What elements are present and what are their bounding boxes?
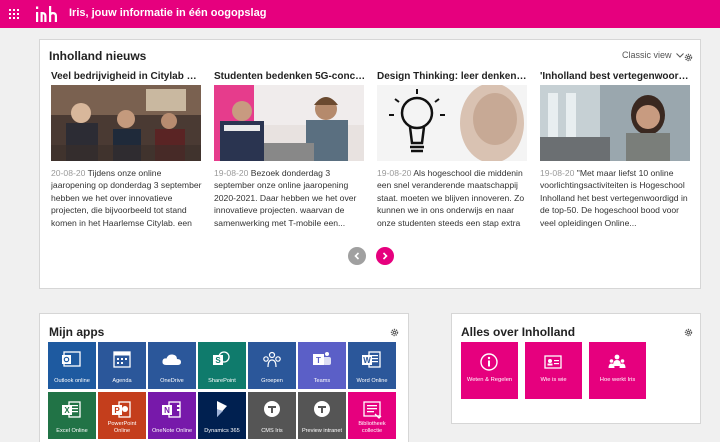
svg-text:X: X [64,406,70,415]
app-title: Iris, jouw informatie in één oogopslag [69,7,267,19]
news-thumbnail[interactable] [377,85,527,161]
calendar-icon [113,351,131,368]
id-card-icon [544,355,562,369]
news-item-title[interactable]: 'Inholland best vertegenwoordigd in top-… [540,71,692,84]
about-tile-label: Hoe werkt Iris [599,377,636,383]
app-tile-label: PowerPoint Online [107,421,137,434]
cms-icon [264,401,280,417]
news-item-summary: 19-08-20 "Met maar liefst 10 online voor… [540,167,692,229]
inholland-logo[interactable] [35,5,59,23]
about-tile-wie-is-wie[interactable]: Wie is wie [525,342,582,399]
app-tile-excel-online[interactable]: X Excel Online [48,392,96,439]
about-panel-title: Alles over Inholland [461,325,576,339]
dynamics-icon [217,401,227,417]
app-tile-teams[interactable]: T Teams [298,342,346,389]
outlook-icon [62,351,81,367]
gear-icon[interactable] [390,328,399,337]
news-item-summary: 19-08-20 Bezoek donderdag 3 september on… [214,167,366,229]
chevron-right-icon [382,252,388,260]
app-tile-outlook-online[interactable]: Outlook online [48,342,96,389]
cloud-icon [162,354,181,365]
app-tile-powerpoint-online[interactable]: P PowerPoint Online [98,392,146,439]
svg-text:T: T [316,356,321,365]
news-item-date: 19-08-20 [540,168,575,178]
news-item-title[interactable]: Veel bedrijvigheid in Citylab Haarlem [51,71,203,84]
news-panel: Inholland nieuws Classic view Veel bedri… [39,39,701,289]
apps-panel: Mijn apps Outlook online Agenda OneDrive S S… [39,313,409,442]
app-tile-word-online[interactable]: W Word Online [348,342,396,389]
app-tile-label: Preview intranet [301,427,343,434]
news-item-summary: 19-08-20 Als hogeschool die middenin een… [377,167,529,229]
word-icon: W [362,351,381,368]
app-tile-label: Excel Online [56,427,88,434]
svg-text:N: N [164,406,170,415]
people-icon [608,354,626,368]
app-tile-label: Dynamics 365 [204,427,240,434]
svg-text:W: W [363,356,371,365]
app-tile-label: OneDrive [160,377,184,384]
app-tile-bibliotheek-collectie[interactable]: Bibliotheek collectie [348,392,396,439]
app-tile-label: Word Online [356,377,388,384]
preview-icon [314,401,330,417]
news-item-date: 19-08-20 [377,168,412,178]
chevron-left-icon [354,252,360,260]
view-selector-label: Classic view [622,50,672,60]
news-item[interactable]: Studenten bedenken 5G-concepten 19-08-20… [214,71,366,229]
top-bar: Iris, jouw informatie in één oogopslag [0,0,720,28]
app-tile-label: SharePoint [208,377,236,384]
about-tile-weten-regelen[interactable]: Weten & Regelen [461,342,518,399]
app-tile-onenote-online[interactable]: N OneNote Online [148,392,196,439]
news-item-date: 19-08-20 [214,168,249,178]
sharepoint-icon: S [213,351,230,365]
excel-icon: X [62,401,81,418]
app-tile-sharepoint[interactable]: S SharePoint [198,342,246,389]
about-tile-hoe-werkt-iris[interactable]: Hoe werkt Iris [589,342,646,399]
about-tile-label: Wie is wie [540,377,567,383]
app-tile-dynamics-365[interactable]: Dynamics 365 [198,392,246,439]
carousel-next-button[interactable] [376,247,394,265]
carousel-prev-button[interactable] [348,247,366,265]
gear-icon[interactable] [684,53,693,62]
library-icon [363,401,382,419]
news-item[interactable]: Veel bedrijvigheid in Citylab Haarlem 20… [51,71,203,229]
news-panel-title: Inholland nieuws [49,49,147,63]
news-item-summary: 20-08-20 Tijdens onze online jaaropening… [51,167,203,229]
svg-text:S: S [215,356,221,365]
about-tile-label: Weten & Regelen [466,377,513,383]
svg-text:P: P [114,406,120,415]
app-tile-label: Groepen [261,377,283,384]
app-tile-groepen[interactable]: Groepen [248,342,296,389]
about-panel: Alles over Inholland Weten & Regelen Wie… [451,313,701,424]
chevron-down-icon [676,53,684,58]
news-item[interactable]: 'Inholland best vertegenwoordigd in top-… [540,71,692,229]
app-tile-label: Outlook online [54,377,90,384]
app-tile-agenda[interactable]: Agenda [98,342,146,389]
news-item[interactable]: Design Thinking: leer denken en doen 19-… [377,71,529,229]
app-tile-onedrive[interactable]: OneDrive [148,342,196,389]
app-tile-label: OneNote Online [151,427,193,434]
powerpoint-icon: P [112,401,131,418]
app-tile-label: Agenda [112,377,132,384]
app-tile-label: Teams [313,377,331,384]
teams-icon: T [313,352,331,365]
news-thumbnail[interactable] [51,85,201,161]
onenote-icon: N [162,401,181,418]
app-launcher-icon[interactable] [9,9,19,19]
app-tile-cms-iris[interactable]: CMS Iris [248,392,296,439]
app-tile-preview-intranet[interactable]: Preview intranet [298,392,346,439]
news-thumbnail[interactable] [214,85,364,161]
news-item-date: 20-08-20 [51,168,86,178]
groups-icon [263,351,281,368]
info-icon [480,353,498,371]
news-thumbnail[interactable] [540,85,690,161]
news-item-title[interactable]: Studenten bedenken 5G-concepten [214,71,366,84]
view-selector[interactable]: Classic view [622,50,684,60]
apps-panel-title: Mijn apps [49,325,105,339]
gear-icon[interactable] [684,328,693,337]
app-tile-label: Bibliotheek collectie [358,421,386,434]
app-tile-label: CMS Iris [261,427,283,434]
news-item-title[interactable]: Design Thinking: leer denken en doen [377,71,529,84]
